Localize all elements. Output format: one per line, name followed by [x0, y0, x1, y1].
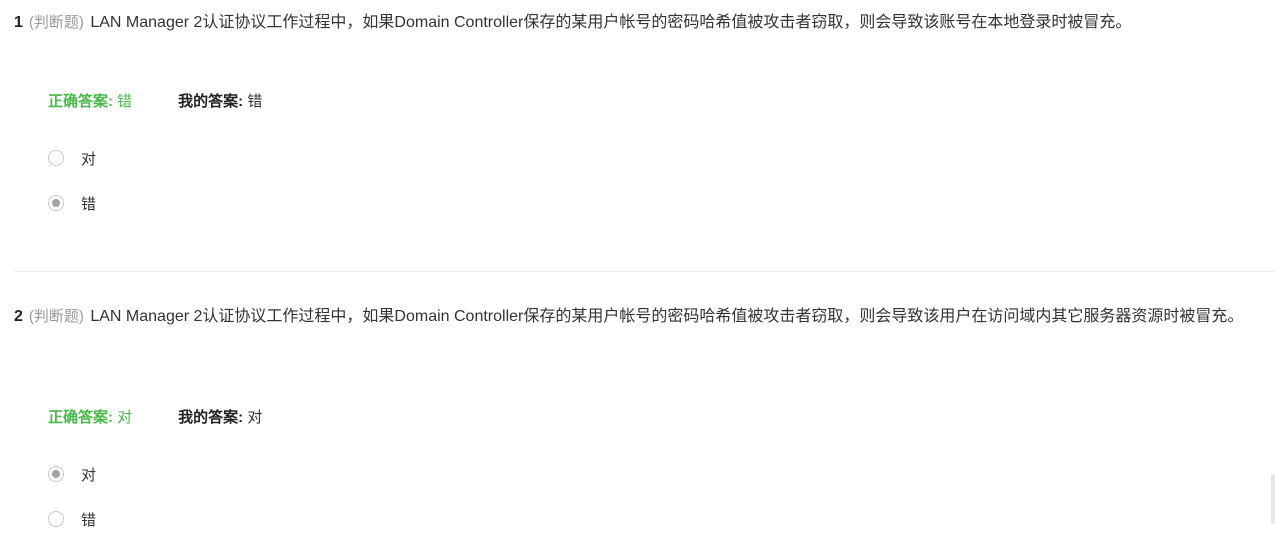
option-label: 对 — [81, 466, 97, 484]
answer-summary: 正确答案: 错 我的答案: 错 — [48, 90, 262, 111]
correct-answer-label: 正确答案: — [48, 409, 113, 426]
option-false[interactable]: 错 — [48, 509, 96, 529]
option-label: 错 — [81, 511, 97, 529]
question-2: 2 (判断题) LAN Manager 2认证协议工作过程中，如果Domain C… — [0, 306, 1275, 529]
my-answer: 我的答案: 对 — [178, 406, 262, 427]
scrollbar-thumb[interactable] — [1271, 474, 1275, 524]
question-type-label: (判断题) — [28, 308, 84, 325]
correct-answer: 正确答案: 对 — [48, 406, 174, 427]
answer-summary: 正确答案: 对 我的答案: 对 — [48, 406, 262, 427]
question-divider — [14, 271, 1275, 272]
my-answer-label: 我的答案: — [178, 409, 244, 426]
correct-answer: 正确答案: 错 — [48, 90, 174, 111]
question-number: 2 — [14, 308, 23, 325]
option-label: 对 — [81, 150, 97, 168]
my-answer: 我的答案: 错 — [178, 90, 262, 111]
question-text: LAN Manager 2认证协议工作过程中，如果Domain Controll… — [90, 308, 1244, 325]
question-number: 1 — [14, 14, 23, 31]
radio-button-checked[interactable] — [48, 195, 64, 211]
option-true[interactable]: 对 — [48, 464, 96, 484]
my-answer-value: 错 — [247, 93, 263, 110]
radio-button[interactable] — [48, 511, 64, 527]
question-stem: 1 (判断题) LAN Manager 2认证协议工作过程中，如果Domain C… — [14, 12, 1266, 34]
question-type-label: (判断题) — [28, 14, 84, 31]
correct-answer-value: 错 — [117, 93, 133, 110]
my-answer-label: 我的答案: — [178, 93, 244, 110]
correct-answer-value: 对 — [117, 409, 133, 426]
question-text: LAN Manager 2认证协议工作过程中，如果Domain Controll… — [90, 14, 1132, 31]
option-true[interactable]: 对 — [48, 148, 96, 168]
option-label: 错 — [81, 195, 97, 213]
option-false[interactable]: 错 — [48, 193, 96, 213]
radio-button[interactable] — [48, 150, 64, 166]
radio-button-checked[interactable] — [48, 466, 64, 482]
question-1: 1 (判断题) LAN Manager 2认证协议工作过程中，如果Domain C… — [0, 12, 1275, 213]
question-stem: 2 (判断题) LAN Manager 2认证协议工作过程中，如果Domain C… — [14, 306, 1266, 328]
correct-answer-label: 正确答案: — [48, 93, 113, 110]
my-answer-value: 对 — [247, 409, 263, 426]
quiz-results-page: 1 (判断题) LAN Manager 2认证协议工作过程中，如果Domain C… — [0, 0, 1275, 544]
